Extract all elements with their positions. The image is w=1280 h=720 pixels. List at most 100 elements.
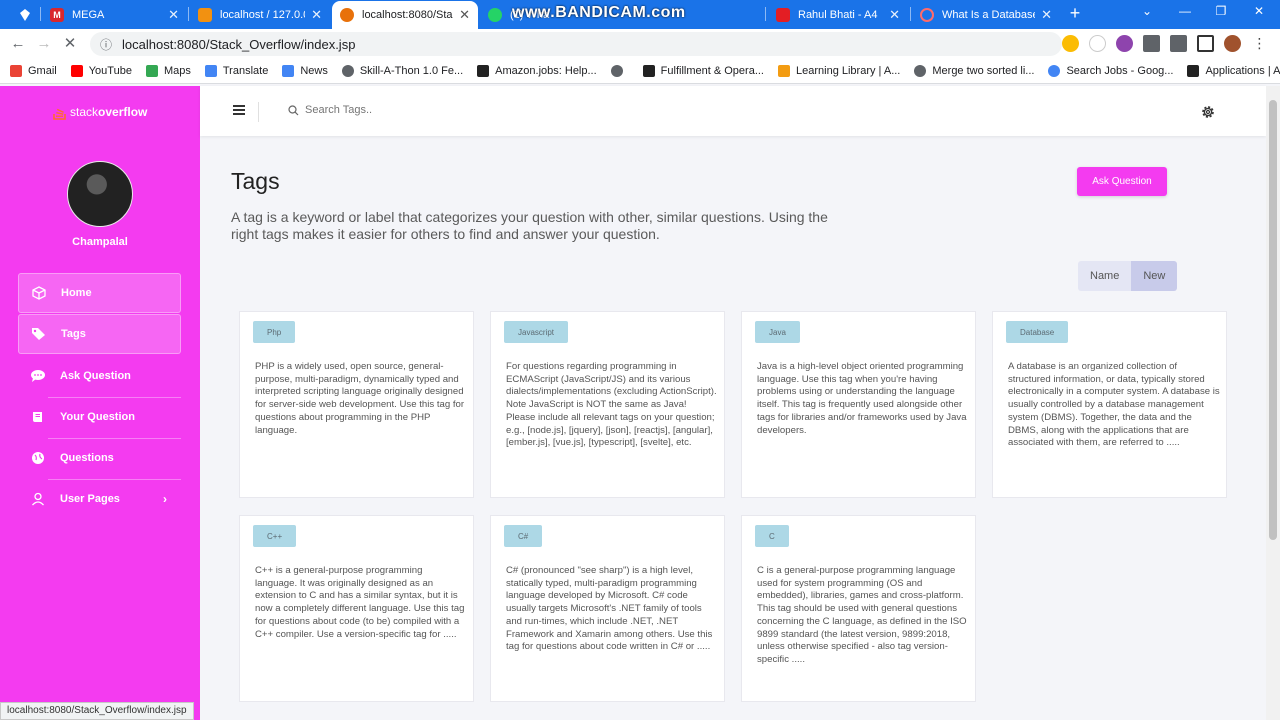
sort-new-button[interactable]: New: [1131, 261, 1178, 291]
sidebar-item-ask-question[interactable]: Ask Question: [18, 356, 181, 396]
more-menu-icon[interactable]: ⋮: [1251, 35, 1268, 52]
bookmark[interactable]: Learning Library | A...: [778, 65, 900, 77]
status-url: localhost:8080/Stack_Overflow/index.jsp: [0, 702, 194, 720]
menu-icon[interactable]: [233, 105, 245, 115]
bookmark-label: YouTube: [88, 65, 132, 77]
stackoverflow-icon: [53, 108, 66, 120]
bookmark[interactable]: [610, 65, 629, 77]
tag-badge[interactable]: C++: [253, 525, 297, 547]
bookmark[interactable]: Gmail: [10, 65, 57, 77]
globe-icon: [30, 450, 46, 466]
bookmark[interactable]: Fulfillment & Opera...: [642, 65, 764, 77]
youtube-icon: [70, 65, 83, 77]
back-icon[interactable]: ←: [8, 34, 28, 54]
tab-title: Rahul Bhati - A4: [798, 8, 878, 21]
bookmark-label: Learning Library | A...: [796, 65, 901, 77]
bookmark[interactable]: News: [282, 65, 328, 77]
bookmark-label: Maps: [163, 65, 191, 77]
tag-badge[interactable]: Php: [253, 321, 296, 343]
bookmark-label: Skill-A-Thon 1.0 Fe...: [359, 65, 464, 77]
sidebar-item-label: Tags: [61, 328, 86, 340]
page-scrollbar[interactable]: [1266, 86, 1280, 720]
globe-icon: [610, 65, 623, 77]
gmail-icon: [10, 65, 22, 77]
close-window-icon[interactable]: ✕: [1244, 4, 1274, 18]
tag-description: For questions regarding programming in E…: [506, 361, 717, 449]
bookmark[interactable]: Applications | Amaz...: [1187, 65, 1280, 77]
bookmark[interactable]: Merge two sorted li...: [914, 65, 1034, 77]
sort-toggle: Name New: [1078, 261, 1178, 291]
tag-badge[interactable]: Java: [755, 321, 800, 343]
bookmark[interactable]: Translate: [204, 65, 268, 77]
browser-tab-bar: M MEGA ✕ localhost / 127.0.0.1 ✕ localho…: [0, 0, 1280, 29]
info-icon[interactable]: ⓘ: [100, 36, 112, 53]
close-tab-icon[interactable]: ✕: [889, 7, 900, 23]
brand-logo[interactable]: stack overflow: [52, 104, 147, 120]
globe-icon: [914, 65, 927, 77]
url-field[interactable]: ⓘ localhost:8080/Stack_Overflow/index.js…: [90, 32, 1062, 56]
chat-icon: [30, 368, 46, 384]
search-input[interactable]: [305, 104, 505, 116]
tab-title: What Is a Database |: [942, 8, 1036, 21]
amazon-icon: [477, 65, 490, 77]
sidebar-item-label: Questions: [60, 452, 114, 464]
ask-question-button[interactable]: Ask Question: [1077, 167, 1167, 196]
bookmark[interactable]: Amazon.jobs: Help...: [477, 65, 597, 77]
stop-icon[interactable]: ✕: [60, 34, 80, 54]
bookmark-label: Search Jobs - Goog...: [1066, 65, 1174, 77]
tab-5[interactable]: What Is a Database | ✕: [912, 0, 1060, 29]
close-tab-icon[interactable]: ✕: [1041, 7, 1052, 23]
maximize-icon[interactable]: ❐: [1206, 4, 1236, 18]
tab-search-icon[interactable]: ⌄: [1132, 4, 1162, 18]
sort-name-button[interactable]: Name: [1078, 261, 1132, 291]
reading-list-icon[interactable]: [1170, 35, 1187, 52]
profile-avatar[interactable]: [1224, 35, 1241, 52]
sidebar-item-tags[interactable]: Tags: [18, 314, 181, 354]
tag-description: Java is a high-level object oriented pro…: [757, 361, 967, 436]
book-icon: [30, 409, 46, 425]
brand-prefix: stack: [70, 105, 99, 119]
page-title: Tags: [231, 168, 280, 194]
sidebar-icon[interactable]: [1197, 35, 1214, 52]
extension-icon[interactable]: [1089, 35, 1106, 52]
forward-icon[interactable]: →: [34, 34, 54, 54]
tab-title: localhost / 127.0.0.1: [220, 8, 305, 21]
tab-4[interactable]: Rahul Bhati - A4 ✕: [768, 0, 908, 29]
bookmark[interactable]: YouTube: [70, 65, 132, 77]
tag-description: C is a general-purpose programming langu…: [757, 565, 967, 665]
tag-description: A database is an organized collection of…: [1008, 361, 1220, 449]
tag-badge[interactable]: Database: [1006, 321, 1069, 343]
top-app-bar: [200, 86, 1266, 136]
pinned-tab[interactable]: [10, 0, 38, 29]
sidebar-item-label: User Pages: [60, 493, 120, 505]
sidebar-item-questions[interactable]: Questions: [18, 438, 181, 478]
amazon-icon: [1187, 65, 1200, 77]
tag-badge[interactable]: C#: [504, 525, 543, 547]
tab-2-active[interactable]: localhost:8080/Stack ✕: [332, 1, 478, 29]
tag-badge[interactable]: Javascript: [504, 321, 569, 343]
sidebar-item-your-question[interactable]: Your Question: [18, 397, 181, 437]
bookmark[interactable]: Search Jobs - Goog...: [1048, 65, 1173, 77]
extension-icon[interactable]: [1116, 35, 1133, 52]
sidebar-item-user-pages[interactable]: User Pages ›: [18, 479, 181, 519]
bookmark[interactable]: Skill-A-Thon 1.0 Fe...: [341, 65, 464, 77]
tab-1[interactable]: localhost / 127.0.0.1 ✕: [190, 0, 330, 29]
sidebar-item-label: Home: [61, 287, 92, 299]
bookmark[interactable]: Maps: [145, 65, 191, 77]
sidebar-item-home[interactable]: Home: [18, 273, 181, 313]
tag-badge[interactable]: C: [755, 525, 789, 547]
phpmyadmin-icon: [198, 7, 212, 22]
tab-0[interactable]: M MEGA ✕: [42, 0, 187, 29]
cube-icon: [31, 285, 47, 301]
avatar[interactable]: [67, 161, 133, 227]
oracle-icon: [920, 7, 934, 22]
puzzle-icon[interactable]: [1143, 35, 1160, 52]
close-tab-icon[interactable]: ✕: [168, 7, 179, 23]
extension-icon[interactable]: [1062, 35, 1079, 52]
scrollbar-thumb[interactable]: [1269, 100, 1277, 540]
gear-icon[interactable]: [1200, 104, 1216, 120]
new-tab-icon[interactable]: +: [1064, 3, 1086, 24]
minimize-icon[interactable]: —: [1170, 4, 1200, 18]
close-tab-icon[interactable]: ✕: [459, 7, 470, 23]
close-tab-icon[interactable]: ✕: [311, 7, 322, 23]
